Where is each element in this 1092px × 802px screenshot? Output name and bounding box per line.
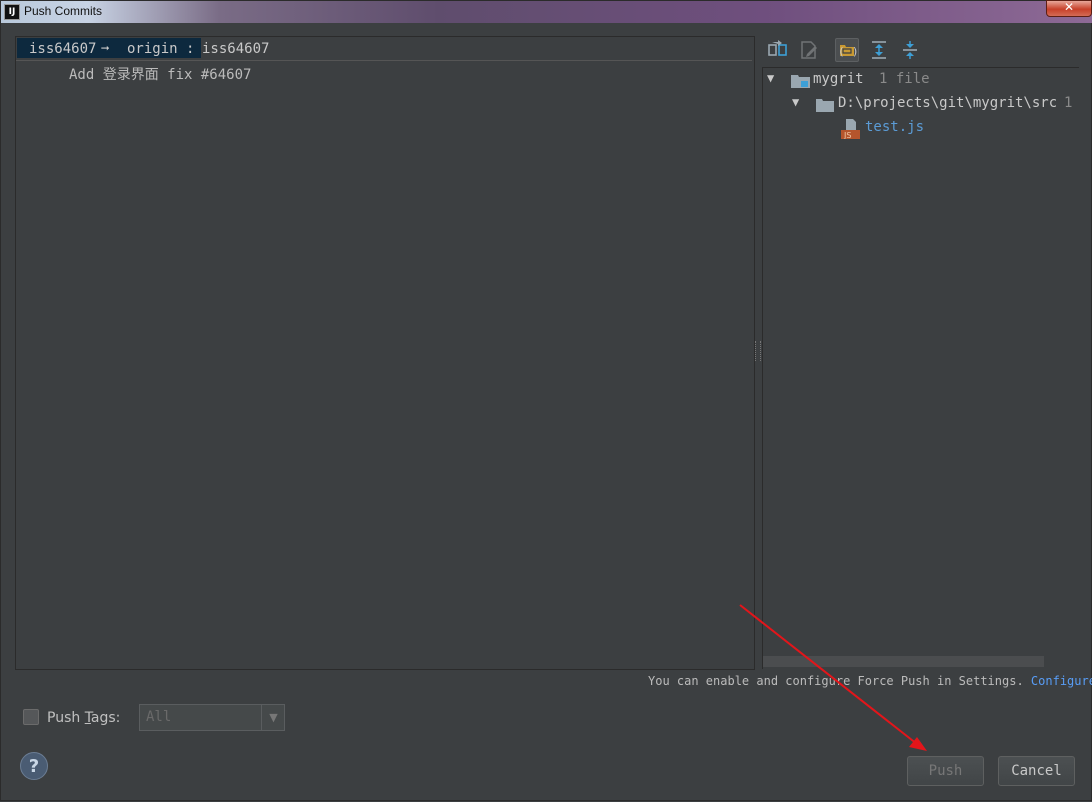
intellij-app-icon: IJ — [4, 4, 20, 20]
window-title: Push Commits — [24, 4, 103, 18]
push-tags-select[interactable]: All ▼ — [139, 704, 285, 731]
svg-text:): ) — [852, 45, 858, 58]
push-arrow-icon: ➞ — [101, 41, 110, 57]
folder-path: D:\projects\git\mygrit\src — [838, 95, 1058, 111]
root-name: mygrit — [813, 71, 864, 87]
changed-files-panel: ▼ mygrit 1 file ▼ D:\projects\git\mygrit… — [762, 67, 1079, 669]
cancel-button[interactable]: Cancel — [998, 756, 1075, 786]
branch-row[interactable]: iss64607 ➞ origin : iss64607 — [16, 37, 752, 61]
tree-folder-row[interactable]: ▼ D:\projects\git\mygrit\src 1 — [792, 95, 1077, 115]
configure-link[interactable]: Configure — [1031, 674, 1092, 688]
push-tags-select-value: All — [146, 709, 172, 725]
tree-file-row[interactable]: JS test.js — [841, 119, 1041, 140]
push-tags-checkbox[interactable] — [23, 709, 39, 725]
edit-source-icon[interactable] — [797, 38, 821, 62]
show-diff-icon[interactable] — [766, 38, 790, 62]
close-button[interactable]: ✕ — [1046, 0, 1092, 17]
collapse-all-icon[interactable] — [898, 38, 922, 62]
force-push-hint-text: You can enable and configure Force Push … — [648, 674, 1024, 688]
push-commits-dialog: IJ Push Commits ✕ iss64607 ➞ origin : is… — [0, 0, 1092, 801]
push-tags-label[interactable]: Push Tags: — [47, 709, 120, 727]
help-button[interactable]: ? — [20, 752, 48, 780]
folder-file-count: 1 — [1064, 95, 1073, 111]
javascript-file-icon: JS — [841, 119, 860, 140]
horizontal-scrollbar[interactable] — [763, 656, 1044, 667]
push-tags-label-suffix: ags: — [90, 710, 121, 726]
remote-name: origin : — [127, 41, 195, 57]
title-bar[interactable]: IJ Push Commits ✕ — [1, 0, 1092, 23]
expand-all-icon[interactable] — [867, 38, 891, 62]
expand-arrow-icon[interactable]: ▼ — [767, 71, 774, 85]
chevron-down-icon[interactable]: ▼ — [261, 705, 285, 730]
root-file-count: 1 file — [879, 71, 930, 87]
target-branch-editor[interactable]: iss64607 — [202, 40, 269, 58]
file-name: test.js — [865, 119, 925, 135]
repository-icon — [791, 74, 811, 93]
svg-text:JS: JS — [843, 131, 851, 139]
tree-root-row[interactable]: ▼ mygrit 1 file — [767, 71, 1067, 91]
folder-icon — [816, 98, 834, 116]
commits-panel: iss64607 ➞ origin : iss64607 Add 登录界面 fi… — [15, 36, 755, 670]
panel-splitter[interactable] — [755, 341, 761, 361]
force-push-hint: You can enable and configure Force Push … — [648, 674, 1092, 688]
group-by-directory-icon[interactable]: ( ) — [835, 38, 859, 62]
push-button[interactable]: Push — [907, 756, 984, 786]
push-tags-label-prefix: Push — [47, 710, 85, 726]
commit-item[interactable]: Add 登录界面 fix #64607 — [69, 64, 251, 84]
svg-text:(: ( — [838, 45, 845, 58]
expand-arrow-icon[interactable]: ▼ — [792, 95, 799, 109]
local-branch: iss64607 — [29, 41, 97, 57]
